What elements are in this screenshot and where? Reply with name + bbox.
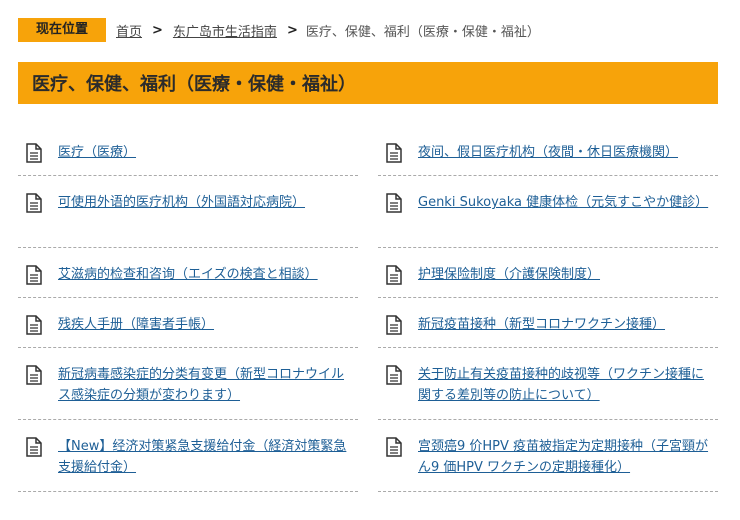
breadcrumb: 现在位置 首页 > 东广岛市生活指南 > 医疗、保健、福利（医療・保健・福祉）: [18, 18, 540, 42]
document-icon: [26, 365, 42, 385]
link-item[interactable]: 关于防止有关疫苗接种的歧视等（ワクチン接種に関する差別等の防止について）: [378, 348, 718, 420]
link-item[interactable]: 夜间、假日医疗机构（夜間・休日医療機関）: [378, 126, 718, 176]
link-item[interactable]: 残疾人手册（障害者手帳）: [18, 298, 358, 348]
breadcrumb-home-link[interactable]: 首页: [116, 21, 142, 40]
link-grid: 医疗（医療） 夜间、假日医疗机构（夜間・休日医療機関） 可使用外语的医疗机构（外…: [18, 126, 718, 492]
link-hpv-vaccine[interactable]: 宫颈癌9 价HPV 疫苗被指定为定期接种（子宮頸がん9 価HPV ワクチンの定期…: [418, 436, 710, 478]
document-icon: [386, 365, 402, 385]
page-title: 医疗、保健、福利（医療・保健・福祉）: [32, 74, 356, 95]
link-item[interactable]: 宫颈癌9 价HPV 疫苗被指定为定期接种（子宮頸がん9 価HPV ワクチンの定期…: [378, 420, 718, 492]
link-row: 新冠病毒感染症的分类有变更（新型コロナウイルス感染症の分類が変わります） 关于防…: [18, 348, 718, 420]
link-foreign-language-hospitals[interactable]: 可使用外语的医疗机构（外国語対応病院）: [58, 192, 305, 213]
breadcrumb-separator: >: [152, 22, 163, 38]
link-item[interactable]: 可使用外语的医疗机构（外国語対応病院）: [18, 176, 358, 248]
link-covid-classification-change[interactable]: 新冠病毒感染症的分类有变更（新型コロナウイルス感染症の分類が変わります）: [58, 364, 350, 406]
link-item[interactable]: Genki Sukoyaka 健康体检（元気すこやか健診）: [378, 176, 718, 248]
link-item[interactable]: 护理保险制度（介護保険制度）: [378, 248, 718, 298]
breadcrumb-separator: >: [286, 22, 298, 38]
link-item[interactable]: 新冠疫苗接种（新型コロナワクチン接種）: [378, 298, 718, 348]
link-row: 医疗（医療） 夜间、假日医疗机构（夜間・休日医療機関）: [18, 126, 718, 176]
document-icon: [26, 315, 42, 335]
breadcrumb-current: 医疗、保健、福利（医療・保健・福祉）: [305, 24, 540, 40]
document-icon: [386, 143, 402, 163]
link-row: 艾滋病的检查和咨询（エイズの検査と相談） 护理保险制度（介護保険制度）: [18, 248, 718, 298]
link-night-holiday[interactable]: 夜间、假日医疗机构（夜間・休日医療機関）: [418, 142, 678, 163]
link-medical[interactable]: 医疗（医療）: [58, 142, 136, 163]
link-disability-handbook[interactable]: 残疾人手册（障害者手帳）: [58, 314, 214, 335]
link-care-insurance[interactable]: 护理保险制度（介護保険制度）: [418, 264, 600, 285]
current-location-badge: 现在位置: [18, 18, 106, 42]
link-row: 可使用外语的医疗机构（外国語対応病院） Genki Sukoyaka 健康体检（…: [18, 176, 718, 248]
document-icon: [26, 437, 42, 457]
document-icon: [386, 437, 402, 457]
document-icon: [386, 315, 402, 335]
link-health-checkup[interactable]: Genki Sukoyaka 健康体检（元気すこやか健診）: [418, 192, 708, 213]
document-icon: [386, 265, 402, 285]
document-icon: [26, 143, 42, 163]
link-aids-testing[interactable]: 艾滋病的检查和咨询（エイズの検査と相談）: [58, 264, 318, 285]
link-row: 残疾人手册（障害者手帳） 新冠疫苗接种（新型コロナワクチン接種）: [18, 298, 718, 348]
link-item[interactable]: 艾滋病的检查和咨询（エイズの検査と相談）: [18, 248, 358, 298]
link-covid-vaccination[interactable]: 新冠疫苗接种（新型コロナワクチン接種）: [418, 314, 665, 335]
link-row: 【New】经济对策紧急支援给付金（経済対策緊急支援給付金） 宫颈癌9 价HPV …: [18, 420, 718, 492]
link-item[interactable]: 新冠病毒感染症的分类有变更（新型コロナウイルス感染症の分類が変わります）: [18, 348, 358, 420]
link-vaccine-discrimination[interactable]: 关于防止有关疫苗接种的歧视等（ワクチン接種に関する差別等の防止について）: [418, 364, 710, 406]
link-item[interactable]: 【New】经济对策紧急支援给付金（経済対策緊急支援給付金）: [18, 420, 358, 492]
breadcrumb-guide-link[interactable]: 东广岛市生活指南: [173, 21, 277, 40]
link-item[interactable]: 医疗（医療）: [18, 126, 358, 176]
document-icon: [386, 193, 402, 213]
document-icon: [26, 265, 42, 285]
link-emergency-support-benefit[interactable]: 【New】经济对策紧急支援给付金（経済対策緊急支援給付金）: [58, 436, 350, 478]
page-title-bar: 医疗、保健、福利（医療・保健・福祉）: [18, 62, 718, 104]
document-icon: [26, 193, 42, 213]
